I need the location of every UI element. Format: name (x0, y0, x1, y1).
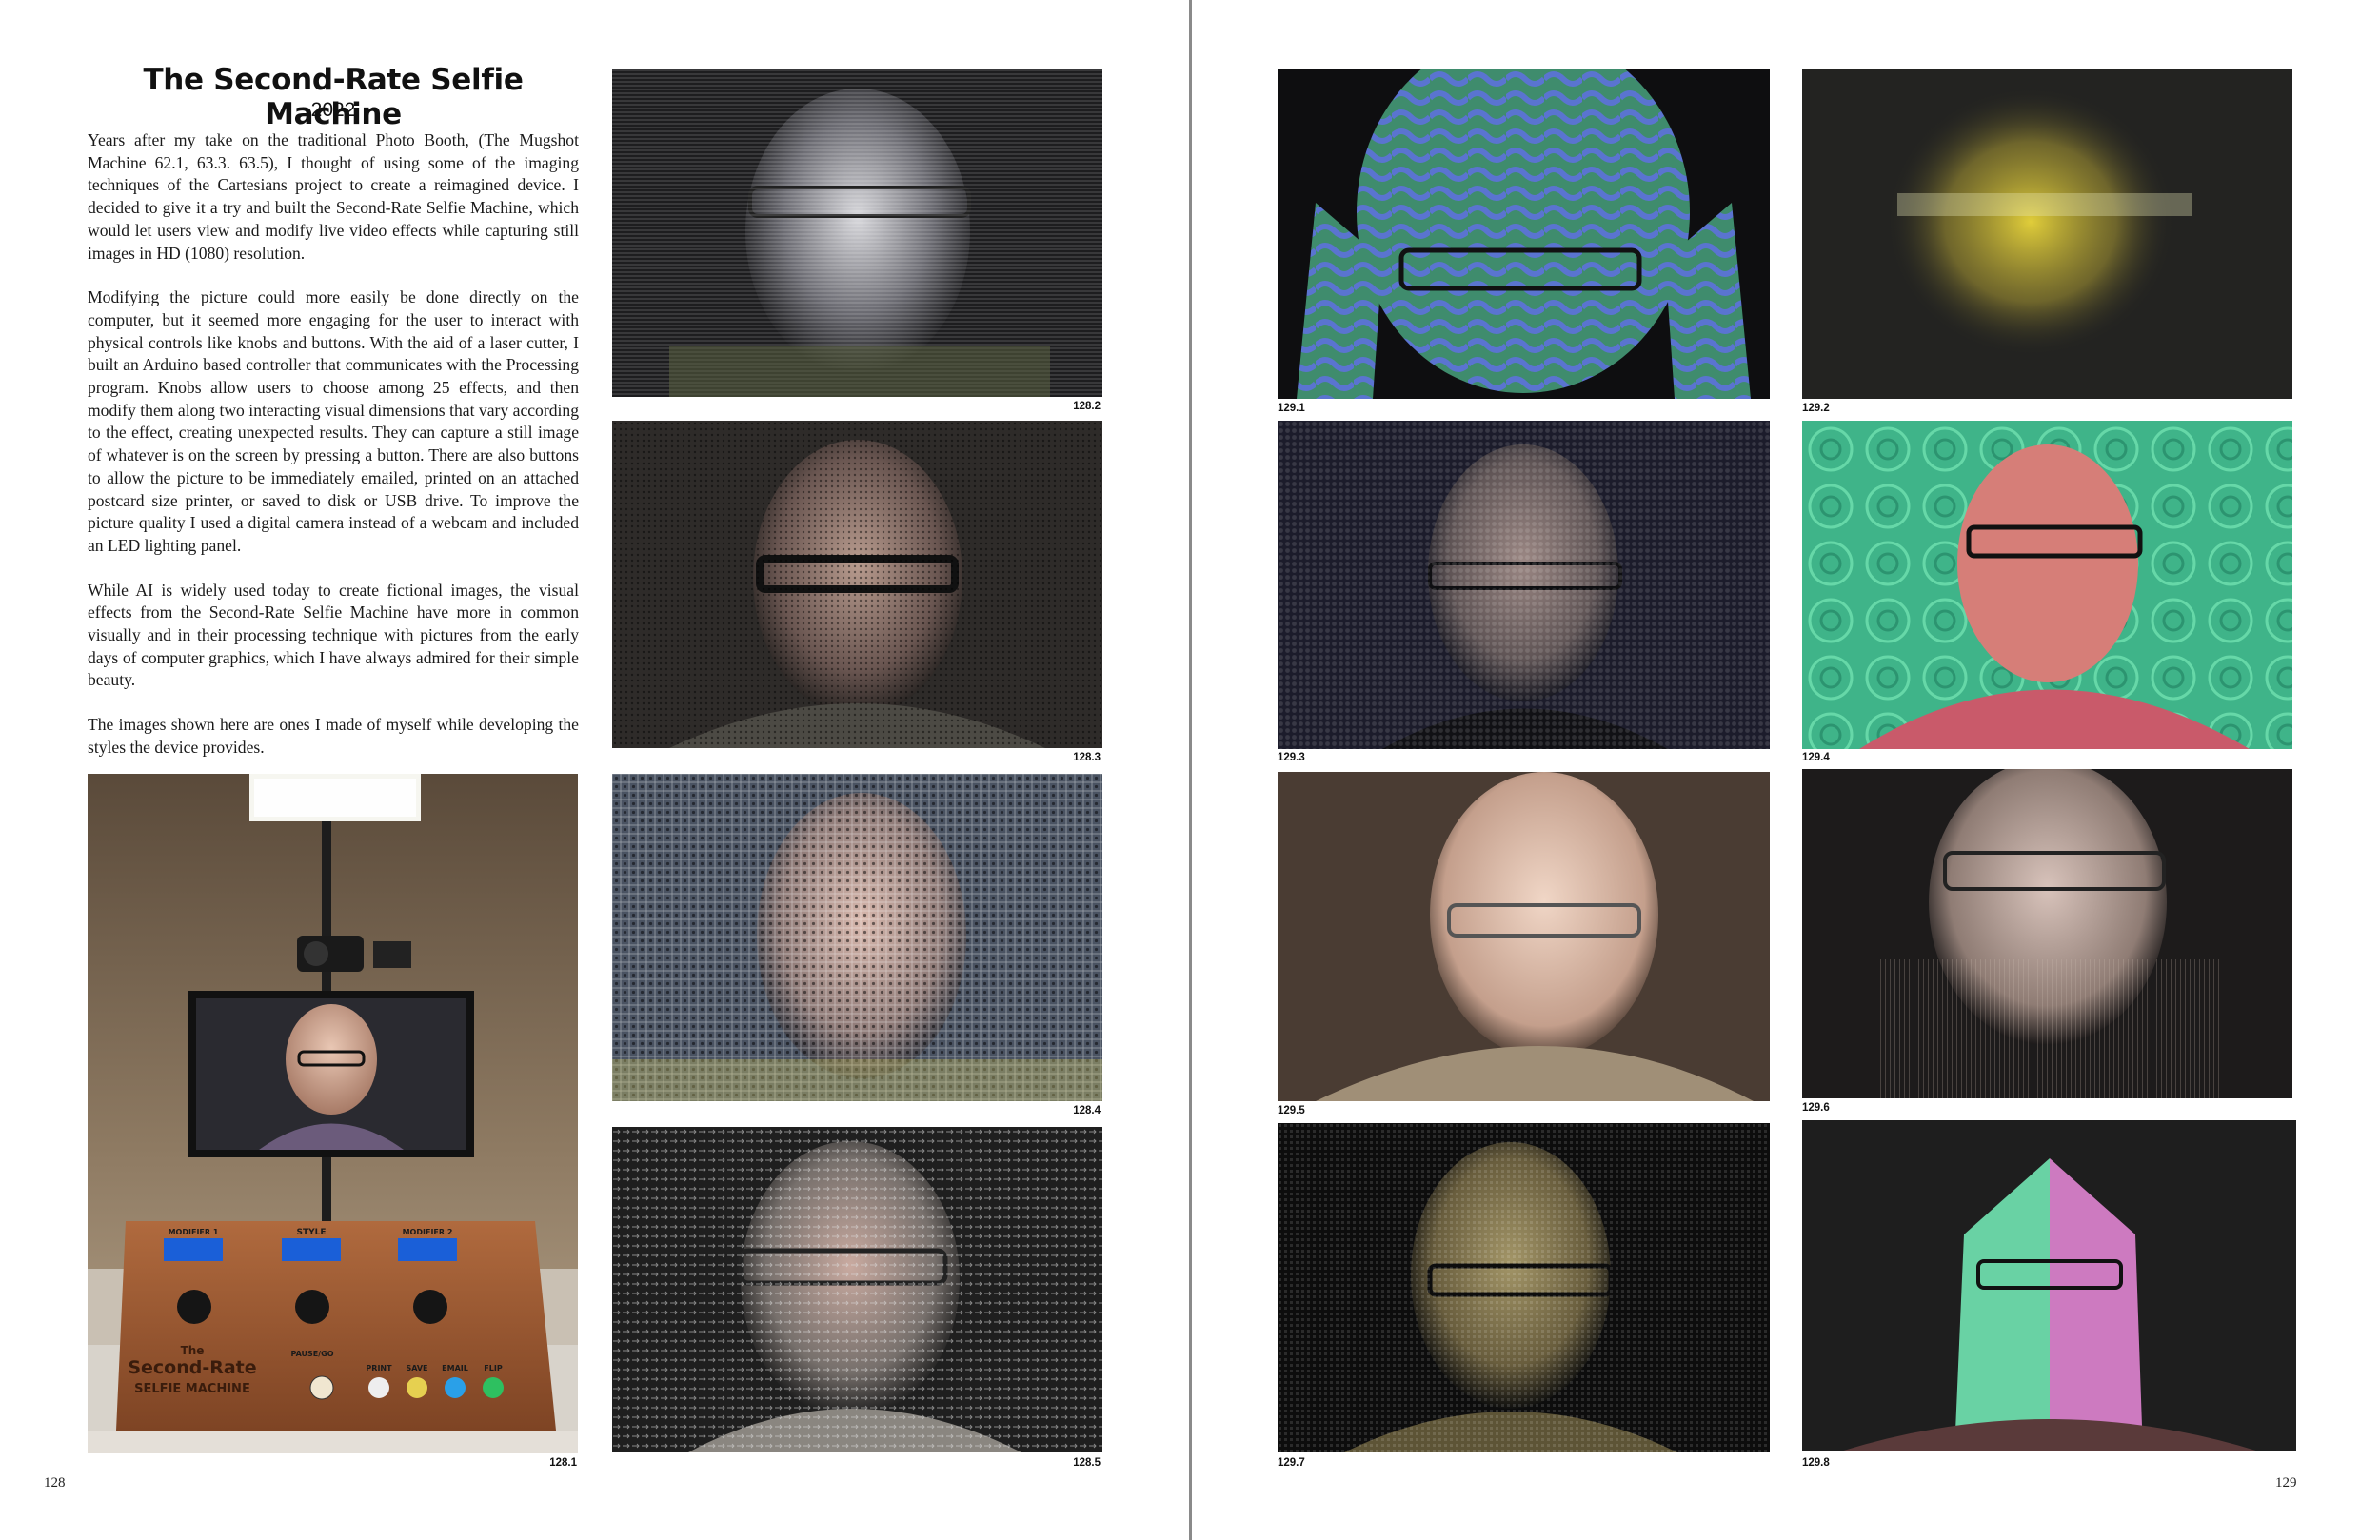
label-flip: FLIP (484, 1364, 503, 1372)
photo-129-6 (1802, 769, 2292, 1098)
photo-128-2 (612, 69, 1102, 397)
caption-128-4: 128.4 (1073, 1105, 1101, 1116)
label-style: STYLE (296, 1228, 326, 1237)
label-pause-go: PAUSE/GO (290, 1350, 333, 1358)
paragraph-4: The images shown here are ones I made of… (88, 715, 579, 757)
photo-128-4 (612, 774, 1102, 1101)
machine-illustration: MODIFIER 1 STYLE MODIFIER 2 PAUSE/GO PRINT SA… (88, 774, 578, 1453)
photo-129-1 (1278, 69, 1770, 399)
photo-129-3 (1278, 421, 1770, 749)
caption-128-5: 128.5 (1073, 1457, 1101, 1469)
caption-129-8: 129.8 (1802, 1457, 1830, 1469)
photo-129-7 (1278, 1123, 1770, 1452)
paragraph-3: While AI is widely used today to create … (88, 580, 579, 690)
photo-128-3 (612, 421, 1102, 748)
caption-129-1: 129.1 (1278, 403, 1305, 414)
page-number-left: 128 (44, 1475, 66, 1491)
caption-128-1: 128.1 (549, 1457, 577, 1469)
body-text: Years after my take on the traditional P… (88, 129, 579, 781)
label-modifier-2: MODIFIER 2 (403, 1228, 453, 1236)
label-print: PRINT (366, 1364, 392, 1372)
photo-128-5 (612, 1127, 1102, 1452)
caption-129-3: 129.3 (1278, 752, 1305, 763)
brand-line-3: SELFIE MACHINE (134, 1382, 250, 1396)
brand-line-1: The (181, 1344, 205, 1357)
caption-129-5: 129.5 (1278, 1105, 1305, 1116)
label-modifier-1: MODIFIER 1 (169, 1228, 219, 1236)
photo-129-8 (1802, 1120, 2296, 1451)
photo-129-2 (1802, 69, 2292, 399)
page-year: 2022 (310, 99, 356, 121)
caption-129-2: 129.2 (1802, 403, 1830, 414)
caption-129-7: 129.7 (1278, 1457, 1305, 1469)
photo-129-5 (1278, 772, 1770, 1101)
caption-129-6: 129.6 (1802, 1102, 1830, 1114)
label-email: EMAIL (442, 1364, 468, 1372)
photo-128-1-machine: MODIFIER 1 STYLE MODIFIER 2 PAUSE/GO PRINT SA… (88, 774, 578, 1453)
paragraph-2: Modifying the picture could more easily … (88, 287, 579, 555)
paragraph-1: Years after my take on the traditional P… (88, 130, 579, 263)
right-page: 129.1 129.2 129.3 129.4 129.5 129.6 129.… (1192, 0, 2380, 1540)
caption-129-4: 129.4 (1802, 752, 1830, 763)
photo-129-4 (1802, 421, 2292, 749)
caption-128-2: 128.2 (1073, 401, 1101, 412)
brand-line-2: Second-Rate (128, 1357, 256, 1378)
page-number-right: 129 (2275, 1475, 2297, 1491)
label-save: SAVE (406, 1364, 427, 1372)
left-page: The Second-Rate Selfie Machine 2022 Year… (0, 0, 1189, 1540)
caption-128-3: 128.3 (1073, 752, 1101, 763)
